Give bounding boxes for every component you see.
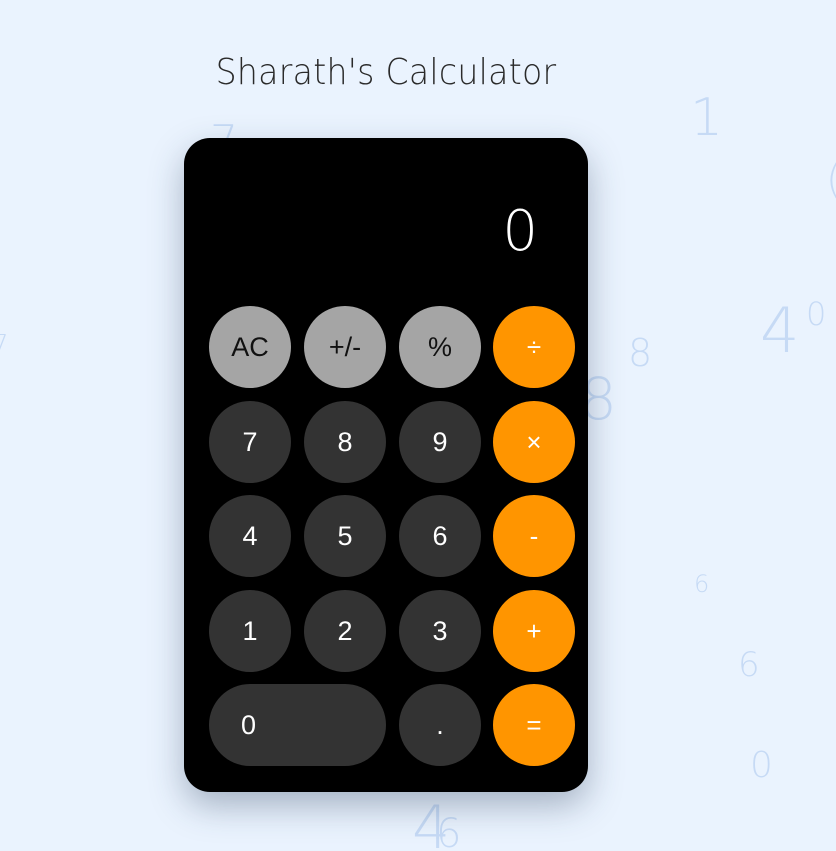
digit-6-button[interactable]: 6 (399, 495, 481, 577)
background-digit: 6 (694, 570, 710, 598)
divide-button[interactable]: ÷ (493, 306, 575, 388)
subtract-button[interactable]: - (493, 495, 575, 577)
equals-button[interactable]: = (493, 684, 575, 766)
digit-9-button[interactable]: 9 (399, 401, 481, 483)
background-digit: 0 (750, 745, 773, 786)
background-digit: 7 (0, 330, 9, 360)
background-digit: 6 (436, 811, 462, 851)
digit-7-button[interactable]: 7 (209, 401, 291, 483)
digit-1-button[interactable]: 1 (209, 590, 291, 672)
digit-5-button[interactable]: 5 (304, 495, 386, 577)
digit-3-button[interactable]: 3 (399, 590, 481, 672)
digit-0-button[interactable]: 0 (209, 684, 386, 766)
clear-button[interactable]: AC (209, 306, 291, 388)
background-digit: 8 (628, 331, 653, 375)
digit-4-button[interactable]: 4 (209, 495, 291, 577)
digit-8-button[interactable]: 8 (304, 401, 386, 483)
background-digit: 6 (738, 645, 760, 685)
background-digit: 0 (806, 295, 827, 333)
digit-2-button[interactable]: 2 (304, 590, 386, 672)
multiply-button[interactable]: × (493, 401, 575, 483)
page-title: Sharath's Calculator (215, 52, 557, 93)
calculator-display: 0 (502, 199, 538, 264)
page-background: 7 1 7 4 0 8 8 6 6 0 4 6 ( Sharath's Calc… (0, 0, 836, 851)
percent-button[interactable]: % (399, 306, 481, 388)
calculator: 0 AC +/- % ÷ 7 8 9 × 4 5 6 - 1 2 3 + 0 .… (184, 138, 588, 792)
add-button[interactable]: + (493, 590, 575, 672)
background-digit: 4 (760, 294, 800, 367)
decimal-button[interactable]: . (399, 684, 481, 766)
background-digit: 1 (690, 88, 724, 148)
background-digit: ( (826, 160, 836, 200)
toggle-sign-button[interactable]: +/- (304, 306, 386, 388)
